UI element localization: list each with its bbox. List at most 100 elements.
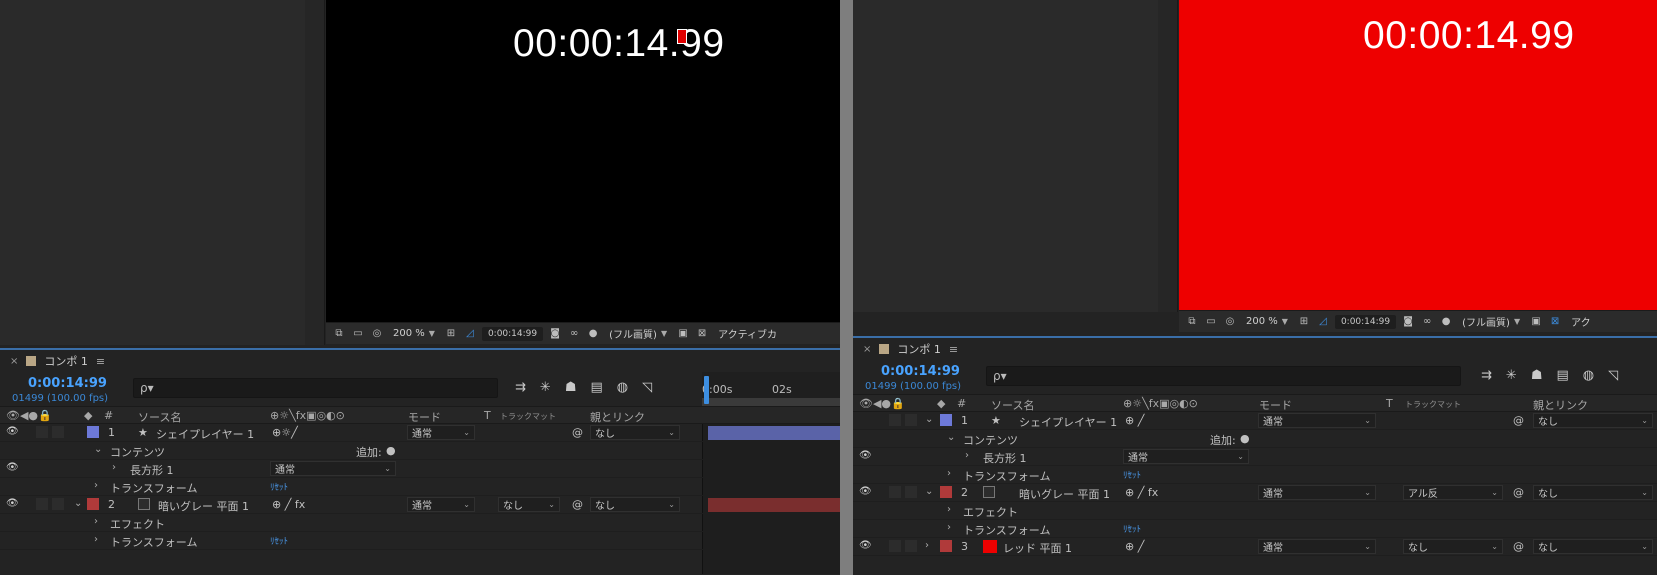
chevron-right-icon[interactable]: › <box>94 516 98 527</box>
label-color[interactable] <box>87 498 99 513</box>
monitor-icon[interactable]: ▭ <box>351 328 365 340</box>
pickwhip-icon[interactable]: @ <box>572 498 583 511</box>
col-mode[interactable]: モード <box>408 409 441 425</box>
layer-name[interactable]: 暗いグレー 平面 1 <box>1019 486 1110 502</box>
layer-name[interactable]: シェイプレイヤー 1 <box>1019 414 1117 430</box>
shape-rectangle[interactable] <box>677 29 687 44</box>
snapshot-icon[interactable]: ⧉ <box>1185 316 1199 328</box>
col-parent[interactable]: 親とリンク <box>590 409 645 425</box>
pickwhip-icon[interactable]: @ <box>1513 540 1524 553</box>
layer-switches[interactable]: ⊕ ╱ <box>1125 414 1144 427</box>
rectangle-row[interactable]: 👁 › 長方形 1 通常 ⌄ <box>0 460 840 478</box>
transparency-grid-icon[interactable]: ◿ <box>1316 316 1330 328</box>
menu-icon[interactable]: ≡ <box>96 355 105 368</box>
motion-blur-icon[interactable]: ◍ <box>1583 368 1594 383</box>
chevron-right-icon[interactable]: › <box>94 534 98 545</box>
viewer-time[interactable]: 0:00:14:99 <box>1334 314 1397 329</box>
layer-row-2[interactable]: 👁 ⌄ 2 暗いグレー 平面 1 ⊕ ╱ fx 通常 ⌄ アル反 ⌄ @ なし ⌄ <box>853 484 1657 502</box>
show-channel-icon[interactable]: ∞ <box>1420 316 1434 328</box>
current-time[interactable]: 0:00:14:99 <box>881 364 960 379</box>
chevron-down-icon[interactable]: ⌄ <box>74 498 82 509</box>
eye-icon[interactable]: 👁 <box>6 462 19 473</box>
eye-icon[interactable]: 👁 <box>859 486 872 497</box>
show-channel-icon[interactable]: ∞ <box>567 328 581 340</box>
solo-switch[interactable] <box>889 540 901 555</box>
lock-switch[interactable] <box>905 486 917 501</box>
camera-select[interactable]: アク <box>1567 314 1595 330</box>
solo-switch[interactable] <box>889 414 901 429</box>
chevron-right-icon[interactable]: › <box>112 462 116 473</box>
layer-name[interactable]: レッド 平面 1 <box>1003 540 1072 556</box>
label-color[interactable] <box>940 540 952 555</box>
solo-switch[interactable] <box>36 426 48 441</box>
snapshot-icon[interactable]: ⧉ <box>332 328 346 340</box>
layer-name[interactable]: シェイプレイヤー 1 <box>156 426 254 442</box>
comp-flowchart-icon[interactable]: ⇉ <box>1481 368 1492 383</box>
chevron-right-icon[interactable]: › <box>947 504 951 515</box>
add-icon[interactable]: ● <box>1240 432 1250 445</box>
pickwhip-icon[interactable]: @ <box>572 426 583 439</box>
transform-row[interactable]: › トランスフォーム ﾘｾｯﾄ <box>0 478 840 496</box>
layer-switches[interactable]: ⊕ ╱ <box>1125 540 1144 553</box>
reset-link[interactable]: ﾘｾｯﾄ <box>1123 468 1141 481</box>
frame-blend-icon[interactable]: ▤ <box>590 380 602 395</box>
layer-row-1[interactable]: 👁 1 ★ シェイプレイヤー 1 ⊕☼╱ 通常 ⌄ @ なし ⌄ <box>0 424 840 442</box>
close-icon[interactable]: × <box>863 344 871 355</box>
chevron-down-icon[interactable]: ⌄ <box>925 486 933 497</box>
eye-icon[interactable]: 👁 <box>859 540 872 551</box>
resolution-select[interactable]: (フル画質) ▼ <box>605 326 671 342</box>
comp-flowchart-icon[interactable]: ⇉ <box>515 380 526 395</box>
eye-icon[interactable]: 👁 <box>859 450 872 461</box>
zoom-select[interactable]: 200 % ▼ <box>389 326 439 342</box>
eye-icon[interactable]: 👁 <box>6 426 19 437</box>
shy-icon[interactable]: ☗ <box>1531 368 1543 383</box>
mode-dropdown[interactable]: 通常 ⌄ <box>407 497 475 512</box>
col-source-name[interactable]: ソース名 <box>991 397 1034 413</box>
layer-name[interactable]: 暗いグレー 平面 1 <box>158 498 249 514</box>
col-mode[interactable]: モード <box>1259 397 1292 413</box>
reset-link[interactable]: ﾘｾｯﾄ <box>1123 522 1141 535</box>
color-channel-icon[interactable]: ● <box>1439 316 1453 328</box>
solo-switch[interactable] <box>889 486 901 501</box>
chevron-right-icon[interactable]: › <box>925 540 929 551</box>
trackmatte-dropdown[interactable]: なし ⌄ <box>1403 539 1503 554</box>
solo-switch[interactable] <box>36 498 48 513</box>
add-icon[interactable]: ● <box>386 444 396 457</box>
shy-icon[interactable]: ☗ <box>565 380 577 395</box>
lock-switch[interactable] <box>905 540 917 555</box>
region-icon[interactable]: ▣ <box>1529 316 1543 328</box>
label-color[interactable] <box>940 486 952 501</box>
composition-viewer[interactable]: 00:00:14.99 <box>326 0 840 322</box>
parent-dropdown[interactable]: なし ⌄ <box>1533 413 1653 428</box>
reset-link[interactable]: ﾘｾｯﾄ <box>270 480 288 493</box>
safe-area-icon[interactable]: ⊞ <box>1297 316 1311 328</box>
menu-icon[interactable]: ≡ <box>949 343 958 356</box>
layer-row-3[interactable]: 👁 › 3 レッド 平面 1 ⊕ ╱ 通常 ⌄ なし ⌄ @ なし ⌄ <box>853 538 1657 556</box>
chevron-down-icon[interactable]: ⌄ <box>947 432 955 443</box>
layer-search-input[interactable]: ρ▾ <box>133 378 498 398</box>
resolution-select[interactable]: (フル画質) ▼ <box>1458 314 1524 330</box>
transform-row[interactable]: › トランスフォーム ﾘｾｯﾄ <box>853 466 1657 484</box>
parent-dropdown[interactable]: なし ⌄ <box>1533 539 1653 554</box>
composition-viewer[interactable]: 00:00:14.99 <box>1179 0 1657 310</box>
color-channel-icon[interactable]: ● <box>586 328 600 340</box>
chevron-down-icon[interactable]: ⌄ <box>925 414 933 425</box>
timeline-tab[interactable]: × コンポ 1 ≡ <box>0 350 840 372</box>
label-color[interactable] <box>87 426 99 441</box>
effects-row[interactable]: › エフェクト <box>853 502 1657 520</box>
frame-blend-icon[interactable]: ▤ <box>1556 368 1568 383</box>
chevron-right-icon[interactable]: › <box>965 450 969 461</box>
time-ruler[interactable]: 0:00s 02s <box>702 372 840 406</box>
pickwhip-icon[interactable]: @ <box>1513 414 1524 427</box>
chevron-right-icon[interactable]: › <box>947 468 951 479</box>
mode-dropdown[interactable]: 通常 ⌄ <box>1258 539 1376 554</box>
parent-dropdown[interactable]: なし ⌄ <box>590 497 680 512</box>
reset-link[interactable]: ﾘｾｯﾄ <box>270 534 288 547</box>
lock-switch[interactable] <box>905 414 917 429</box>
transform-row-2[interactable]: › トランスフォーム ﾘｾｯﾄ <box>0 532 840 550</box>
motion-blur-icon[interactable]: ◍ <box>617 380 628 395</box>
layer-switches[interactable]: ⊕ ╱ fx <box>1125 486 1158 499</box>
viewer-time[interactable]: 0:00:14:99 <box>481 326 544 341</box>
chevron-right-icon[interactable]: › <box>94 480 98 491</box>
lock-switch[interactable] <box>52 498 64 513</box>
